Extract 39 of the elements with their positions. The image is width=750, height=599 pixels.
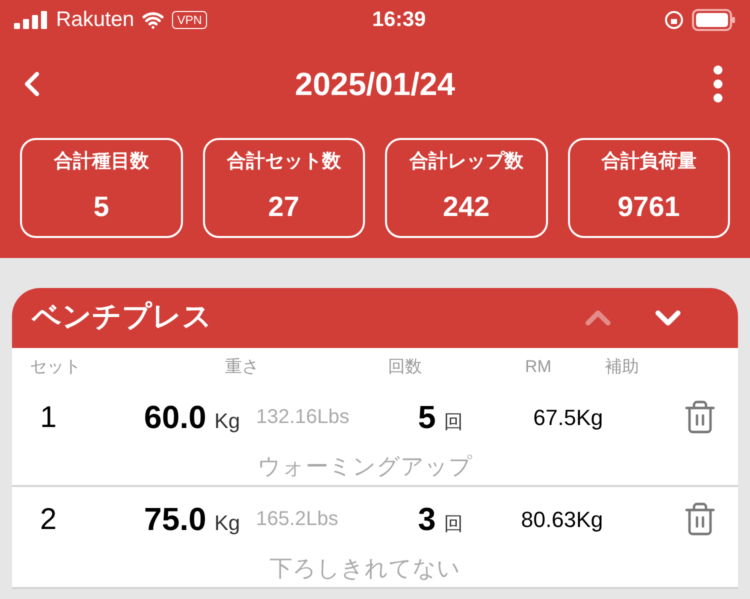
stat-value: 242 [442,190,490,224]
reps-value: 5 [418,398,436,437]
reps-value: 3 [418,500,436,539]
rm-value: 67.5Kg [533,404,603,430]
more-dots-icon [713,65,723,103]
column-header: 補助 [605,356,639,376]
weight-value: 60.0 [144,398,206,437]
battery-icon [692,9,736,31]
rotation-lock-icon [664,10,684,30]
weight-unit: Kg [214,511,240,537]
set-number: 1 [40,400,57,434]
reps-unit: 回 [444,411,463,435]
page-title: 2025/01/24 [294,65,456,104]
column-header: 回数 [388,356,422,376]
exercise-name: ベンチプレス [32,300,213,336]
pounds-value: 132.16Lbs [256,406,350,428]
stat-value: 5 [93,190,110,224]
carrier-name: Rakuten [56,7,134,34]
stat-label: 合計負荷量 [601,150,696,174]
set-note: ウォーミングアップ [258,452,472,481]
weight-value: 75.0 [144,500,206,539]
stat-label: 合計種目数 [54,150,149,174]
stat-label: 合計セット数 [226,150,341,174]
stat-label: 合計レップ数 [409,150,524,174]
pounds-value: 165.2Lbs [256,508,338,530]
set-number: 2 [40,502,57,536]
weight-unit: Kg [214,409,240,435]
signal-icon [14,11,48,29]
column-header: セット [30,356,81,376]
vpn-badge: VPN [172,11,207,29]
reps-unit: 回 [444,513,463,537]
status-time: 16:39 [371,7,427,34]
wifi-icon [142,9,164,31]
stat-value: 9761 [618,190,680,224]
column-header: RM [525,356,552,376]
set-note: 下ろしきれてない [270,554,460,583]
stat-value: 27 [268,190,300,224]
column-header: 重さ [225,356,259,376]
rm-value: 80.63Kg [521,506,603,532]
